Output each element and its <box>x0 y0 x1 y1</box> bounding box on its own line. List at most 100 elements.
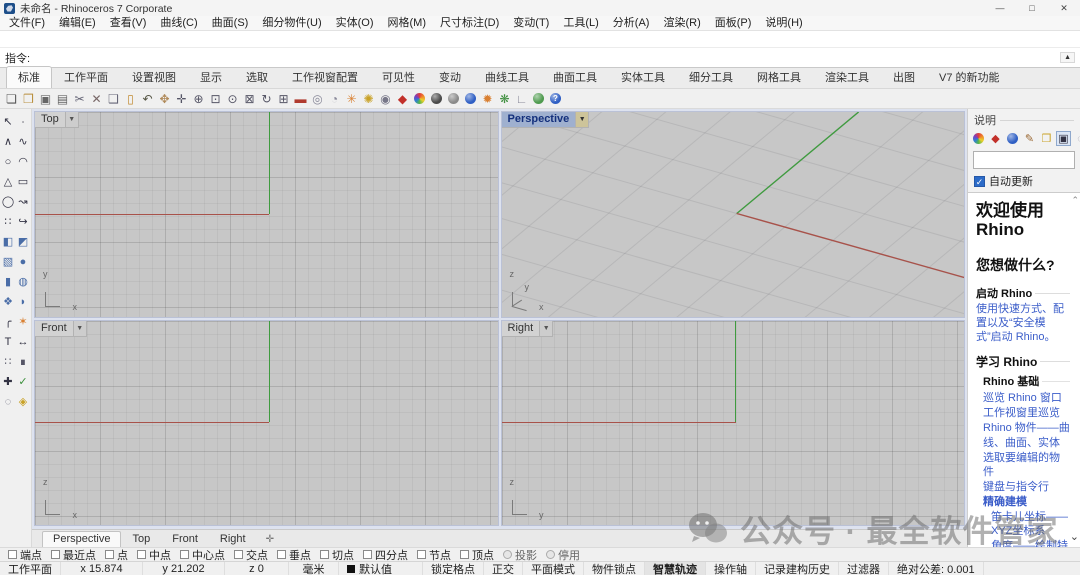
status-cell-1[interactable]: 工作平面 <box>0 562 61 575</box>
control-point-curve-icon[interactable]: ∿ <box>16 132 31 152</box>
hide-object-icon[interactable]: ◌ <box>1 392 16 412</box>
viewport-tab-front[interactable]: Front <box>161 531 209 547</box>
new-viewport-icon[interactable]: ✛ <box>257 534 283 547</box>
osnap-5[interactable]: 中心点 <box>180 547 225 563</box>
checkbox-icon[interactable] <box>105 550 114 559</box>
checkbox-icon[interactable] <box>277 550 286 559</box>
more-icon[interactable]: ◌ <box>1073 131 1080 146</box>
viewport-perspective-label[interactable]: Perspective ▼ <box>501 112 590 128</box>
cylinder-icon[interactable]: ▮ <box>1 272 16 292</box>
menu-item-13[interactable]: 渲染(R) <box>656 16 707 30</box>
print-icon[interactable]: ▤ <box>54 90 71 108</box>
checkbox-icon[interactable] <box>320 550 329 559</box>
status-cell-15[interactable]: 绝对公差: 0.001 <box>889 562 984 575</box>
toolbar-tab-10[interactable]: 曲面工具 <box>541 66 609 88</box>
box-icon[interactable]: ▧ <box>1 252 16 272</box>
viewport-menu-arrow-icon[interactable]: ▼ <box>540 321 554 337</box>
toolbar-tab-5[interactable]: 选取 <box>234 66 280 88</box>
polygon-icon[interactable]: △ <box>1 172 16 192</box>
viewport-menu-arrow-icon[interactable]: ▼ <box>65 112 79 128</box>
status-cell-4[interactable]: z 0 <box>225 562 289 575</box>
checkbox-icon[interactable] <box>180 550 189 559</box>
paste-icon[interactable]: ▯ <box>122 90 139 108</box>
color-wheel-icon[interactable] <box>411 90 428 108</box>
menu-item-6[interactable]: 细分物件(U) <box>255 16 328 30</box>
named-view-icon[interactable]: ◎ <box>309 90 326 108</box>
menu-item-14[interactable]: 面板(P) <box>708 16 759 30</box>
osnap-13[interactable]: 停用 <box>546 547 580 563</box>
help-link[interactable]: 巡览 Rhino 窗口 <box>983 391 1070 405</box>
boolean-union-icon[interactable]: ❖ <box>1 292 16 312</box>
rectangle-icon[interactable]: ▭ <box>16 172 31 192</box>
rotate-view-icon[interactable]: ↻ <box>258 90 275 108</box>
refresh-shade-icon[interactable]: ✳ <box>343 90 360 108</box>
menu-item-11[interactable]: 工具(L) <box>556 16 605 30</box>
menu-item-8[interactable]: 网格(M) <box>381 16 434 30</box>
viewport-tab-top[interactable]: Top <box>121 531 161 547</box>
osnap-9[interactable]: 四分点 <box>363 547 408 563</box>
single-point-icon[interactable]: ∙ <box>16 112 31 132</box>
restore-button[interactable]: □ <box>1016 0 1048 16</box>
pipe-icon[interactable]: ◍ <box>16 272 31 292</box>
help-icon[interactable]: ? <box>547 90 564 108</box>
toolbar-tab-1[interactable]: 标准 <box>6 66 52 88</box>
zoom-icon[interactable]: ⊕ <box>190 90 207 108</box>
start-rhino-link[interactable]: 使用快速方式、配置以及“安全模式”启动 Rhino。 <box>976 302 1070 344</box>
zoom-window-icon[interactable]: ⊡ <box>207 90 224 108</box>
checkbox-icon[interactable] <box>51 550 60 559</box>
explode-icon[interactable]: ✶ <box>16 312 31 332</box>
menu-item-12[interactable]: 分析(A) <box>606 16 657 30</box>
check-selection-icon[interactable]: ✓ <box>16 372 31 392</box>
zoom-extents-icon[interactable]: ⊠ <box>241 90 258 108</box>
viewport-top[interactable]: Top ▼ y x <box>34 111 499 318</box>
gear-options-icon[interactable]: ❋ <box>496 90 513 108</box>
viewport-tab-perspective[interactable]: Perspective <box>42 531 122 547</box>
undo-view-icon[interactable]: ◔ <box>326 90 343 108</box>
new-file-icon[interactable]: ❏ <box>3 90 20 108</box>
menu-item-10[interactable]: 变动(T) <box>506 16 556 30</box>
osnap-11[interactable]: 顶点 <box>460 547 494 563</box>
library-icon[interactable]: ❒ <box>1039 131 1054 146</box>
menu-item-3[interactable]: 查看(V) <box>103 16 154 30</box>
toolbar-tab-15[interactable]: 出图 <box>881 66 927 88</box>
status-cell-5[interactable]: 毫米 <box>289 562 339 575</box>
command-line[interactable]: 指令: ▲ <box>0 48 1080 67</box>
status-cell-2[interactable]: x 15.874 <box>61 562 143 575</box>
osnap-3[interactable]: 点 <box>105 547 128 563</box>
text-object-icon[interactable]: T <box>1 332 16 352</box>
status-cell-11[interactable]: 智慧轨迹 <box>645 562 706 575</box>
status-cell-3[interactable]: y 21.202 <box>143 562 225 575</box>
boolean-difference-icon[interactable]: ◗ <box>16 292 31 312</box>
polyline-icon[interactable]: ∧ <box>1 132 16 152</box>
checkbox-icon[interactable] <box>503 550 512 559</box>
menu-item-1[interactable]: 文件(F) <box>2 16 52 30</box>
toolbar-tab-8[interactable]: 变动 <box>427 66 473 88</box>
help-link[interactable]: 键盘与指令行 <box>983 480 1070 494</box>
status-cell-12[interactable]: 操作轴 <box>706 562 756 575</box>
checkbox-icon[interactable] <box>137 550 146 559</box>
status-cell-10[interactable]: 物件锁点 <box>584 562 645 575</box>
sphere-icon[interactable]: ● <box>16 252 31 272</box>
pan-hand-icon[interactable]: ✥ <box>156 90 173 108</box>
toolbar-tab-16[interactable]: V7 的新功能 <box>927 66 1012 88</box>
osnap-1[interactable]: 端点 <box>8 547 42 563</box>
curve-from-object-icon[interactable]: ↪ <box>16 212 31 232</box>
toolbar-tab-9[interactable]: 曲线工具 <box>473 66 541 88</box>
checked-checkbox-icon[interactable]: ✓ <box>974 175 985 187</box>
viewport-tab-right[interactable]: Right <box>209 531 257 547</box>
delete-icon[interactable]: ✕ <box>88 90 105 108</box>
set-view-icon[interactable]: ▬ <box>292 90 309 108</box>
open-file-icon[interactable]: ❒ <box>20 90 37 108</box>
viewport-top-label[interactable]: Top ▼ <box>35 112 79 128</box>
ellipse-icon[interactable]: ◯ <box>1 192 16 212</box>
status-cell-6[interactable]: 默认值 <box>339 562 423 575</box>
dimension-icon[interactable]: ↔ <box>16 332 31 352</box>
help-link[interactable]: 精确建模 <box>983 495 1070 509</box>
loft-surface-icon[interactable]: ◩ <box>16 232 31 252</box>
menu-item-9[interactable]: 尺寸标注(D) <box>433 16 506 30</box>
help-link[interactable]: 笛卡儿坐标——XYZ坐标系 <box>991 510 1070 538</box>
toolbar-tab-7[interactable]: 可见性 <box>370 66 427 88</box>
light-icon[interactable]: ✺ <box>360 90 377 108</box>
menu-item-15[interactable]: 说明(H) <box>758 16 809 30</box>
toolbar-tab-4[interactable]: 显示 <box>188 66 234 88</box>
